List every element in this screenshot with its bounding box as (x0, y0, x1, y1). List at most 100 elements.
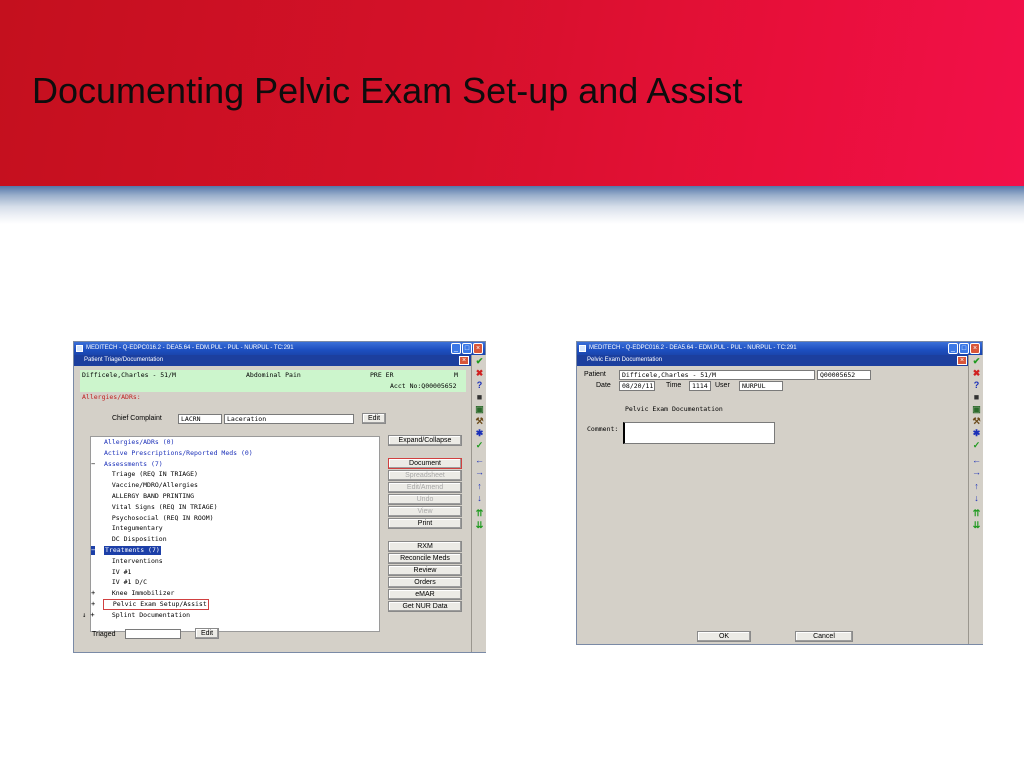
list-item[interactable]: Allergies/ADRs (0) (104, 438, 174, 447)
slide-title: Documenting Pelvic Exam Set-up and Assis… (32, 70, 743, 111)
account-number: Acct No:Q00005652 (390, 382, 457, 390)
arrow-right-icon[interactable]: → (971, 467, 982, 478)
spreadsheet-button[interactable]: Spreadsheet (388, 470, 462, 481)
triaged-label: Triaged (92, 631, 116, 638)
patient-location: PRE ER (370, 371, 394, 379)
arrow-up-icon[interactable]: ↑ (474, 481, 485, 492)
list-item[interactable]: Assessments (7) (104, 460, 163, 469)
tree-expander[interactable]: − (91, 460, 95, 469)
comment-label: Comment: (587, 425, 619, 433)
double-up-icon[interactable]: ⇈ (474, 508, 485, 519)
report-icon[interactable]: ▣ (971, 404, 982, 415)
emar-button[interactable]: eMAR (388, 589, 462, 600)
chief-complaint-edit-button[interactable]: Edit (362, 413, 386, 424)
list-item[interactable]: Active Prescriptions/Reported Meds (0) (104, 449, 253, 458)
asterisk-icon[interactable]: ✱ (474, 428, 485, 439)
close-button[interactable]: × (970, 343, 980, 354)
tools-icon[interactable]: ⚒ (474, 416, 485, 427)
list-item[interactable]: Triage (REQ IN TRIAGE) (104, 470, 198, 479)
time-label: Time (666, 382, 682, 389)
double-up-icon[interactable]: ⇈ (971, 508, 982, 519)
list-item[interactable]: IV #1 (104, 568, 132, 577)
edit-amend-button[interactable]: Edit/Amend (388, 482, 462, 493)
account-number-field: Q00005652 (817, 370, 871, 380)
tree-expander[interactable]: + (91, 589, 95, 598)
list-item[interactable]: IV #1 D/C (104, 578, 147, 587)
view-button[interactable]: View (388, 506, 462, 517)
cancel-button[interactable]: Cancel (795, 631, 853, 642)
right-toolbar: ✔ ✖? ■ ▣ ⚒ ✱ ✓ ← → ↑ ↓ ⇈ ⇊ (968, 355, 983, 644)
app-icon (579, 345, 586, 352)
triaged-edit-button[interactable]: Edit (195, 628, 219, 639)
help-icon[interactable]: ? (474, 380, 485, 391)
patient-name-field: Difficele,Charles - 51/M (619, 370, 815, 380)
binoculars-icon[interactable]: ■ (474, 392, 485, 403)
arrow-down-icon[interactable]: ↓ (474, 493, 485, 504)
ok-button[interactable]: OK (697, 631, 751, 642)
close-button[interactable]: × (473, 343, 483, 354)
list-item[interactable]: Vital Signs (REQ IN TRIAGE) (104, 503, 218, 512)
get-nur-data-button[interactable]: Get NUR Data (388, 601, 462, 612)
expand-collapse-button[interactable]: Expand/Collapse (388, 435, 462, 446)
window-body: Pelvic Exam Documentation × Patient Diff… (577, 355, 983, 644)
binoculars-icon[interactable]: ■ (971, 392, 982, 403)
report-icon[interactable]: ▣ (474, 404, 485, 415)
chief-complaint-label: Chief Complaint (112, 415, 162, 422)
list-item[interactable]: Knee Immobilizer (104, 589, 175, 598)
patient-label: Patient (584, 371, 606, 378)
arrow-down-icon[interactable]: ↓ (971, 493, 982, 504)
list-item[interactable]: Vaccine/MDRO/Allergies (104, 481, 198, 490)
list-item[interactable]: Splint Documentation (104, 611, 190, 620)
arrow-up-icon[interactable]: ↑ (971, 481, 982, 492)
check-icon[interactable]: ✔ (971, 356, 982, 367)
double-down-icon[interactable]: ⇊ (971, 520, 982, 531)
minimize-button[interactable]: _ (948, 343, 958, 354)
list-item[interactable]: Treatments (7) (104, 546, 161, 555)
rxm-button[interactable]: RXM (388, 541, 462, 552)
x-icon[interactable]: ✖ (474, 368, 485, 379)
subtitle-text: Pelvic Exam Documentation (587, 357, 663, 363)
check-list-icon[interactable]: ✓ (474, 440, 485, 451)
subwindow-close-button[interactable]: × (459, 356, 469, 365)
patient-status: M (454, 371, 458, 379)
chief-complaint-text[interactable]: Laceration (224, 414, 354, 424)
tools-icon[interactable]: ⚒ (971, 416, 982, 427)
arrow-left-icon[interactable]: ← (474, 455, 485, 466)
x-icon[interactable]: ✖ (971, 368, 982, 379)
pelvic-exam-window: MEDITECH - Q-EDPC016.2 - DEA5.64 - EDM.P… (576, 341, 983, 645)
list-item[interactable]: ALLERGY BAND PRINTING (104, 492, 194, 501)
list-item[interactable]: DC Disposition (104, 535, 167, 544)
undo-button[interactable]: Undo (388, 494, 462, 505)
comment-input[interactable] (623, 422, 775, 444)
maximize-button[interactable]: □ (462, 343, 472, 354)
tree-expander[interactable]: + (91, 600, 95, 609)
tree-expander[interactable]: − (91, 546, 96, 555)
reconcile-meds-button[interactable]: Reconcile Meds (388, 553, 462, 564)
review-button[interactable]: Review (388, 565, 462, 576)
arrow-right-icon[interactable]: → (474, 467, 485, 478)
app-icon (76, 345, 83, 352)
user-label: User (715, 382, 730, 389)
list-item[interactable]: Integumentary (104, 524, 163, 533)
check-list-icon[interactable]: ✓ (971, 440, 982, 451)
window-titlebar: MEDITECH - Q-EDPC016.2 - DEA5.64 - EDM.P… (74, 342, 485, 355)
chief-complaint-code[interactable]: LACRN (178, 414, 222, 424)
arrow-left-icon[interactable]: ← (971, 455, 982, 466)
check-icon[interactable]: ✔ (474, 356, 485, 367)
help-icon[interactable]: ? (971, 380, 982, 391)
maximize-button[interactable]: □ (959, 343, 969, 354)
list-item[interactable]: Psychosocial (REQ IN ROOM) (104, 514, 214, 523)
orders-button[interactable]: Orders (388, 577, 462, 588)
tree-expander[interactable]: ↓ + (82, 611, 95, 620)
document-button[interactable]: Document (388, 458, 462, 469)
time-field: 1114 (689, 381, 711, 391)
print-button[interactable]: Print (388, 518, 462, 529)
subwindow-close-button[interactable]: × (957, 356, 967, 365)
list-item[interactable]: Pelvic Exam Setup/Assist (103, 599, 209, 610)
triaged-field[interactable] (125, 629, 181, 639)
list-item[interactable]: Interventions (104, 557, 163, 566)
minimize-button[interactable]: _ (451, 343, 461, 354)
patient-name: Difficele,Charles - 51/M (82, 371, 176, 379)
asterisk-icon[interactable]: ✱ (971, 428, 982, 439)
double-down-icon[interactable]: ⇊ (474, 520, 485, 531)
